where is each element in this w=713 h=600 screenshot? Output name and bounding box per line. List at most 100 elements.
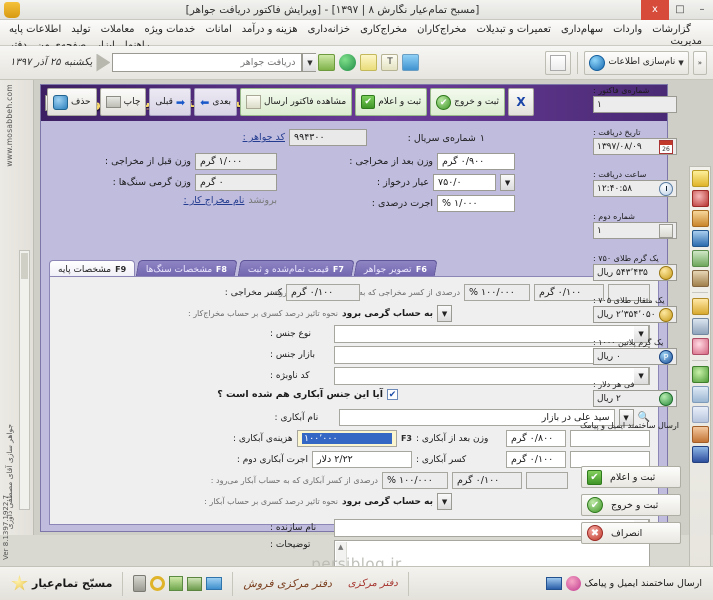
window-icon[interactable]: [206, 577, 223, 590]
close-form-button[interactable]: X: [507, 88, 534, 116]
people-rail-icon[interactable]: [691, 426, 709, 443]
search-box[interactable]: [112, 53, 303, 72]
scale-rail-icon[interactable]: [691, 318, 709, 335]
print-button[interactable]: چاپ: [99, 88, 147, 116]
plated-question-row[interactable]: آیا این جنس آبکاری هم شده است ؟ ✔: [217, 389, 398, 400]
plated-checkbox[interactable]: ✔: [387, 389, 398, 400]
package-rail-icon[interactable]: [691, 270, 709, 287]
box-icon[interactable]: [187, 576, 203, 591]
menu-item-deposits[interactable]: امانات: [200, 22, 236, 38]
refresh-info-button[interactable]: نام‌سازی اطلاعات ▼: [584, 50, 689, 75]
menu-item-cost-income[interactable]: هزینه و درآمد: [237, 22, 303, 38]
menu-item-treasury[interactable]: خزانه‌داری: [303, 22, 356, 38]
globe-icon[interactable]: [339, 54, 357, 71]
purity-field[interactable]: ۷۵۰/۰: [433, 174, 496, 191]
new-record-button[interactable]: [545, 50, 572, 75]
menu-item-production[interactable]: تولید: [66, 22, 95, 38]
gold-rail-icon[interactable]: [691, 298, 709, 315]
submit-announce-button[interactable]: ✔ ثبت و اعلام: [581, 466, 681, 488]
email-sms-cell[interactable]: ارسال ساختمند ایمیل و پیامک: [540, 571, 708, 597]
search-dropdown-arrow[interactable]: ▼: [302, 53, 317, 72]
money-rail-icon[interactable]: [691, 250, 709, 267]
save-exit-button[interactable]: ✔ ثبت و خروج: [430, 88, 505, 116]
chart-rail-icon[interactable]: [691, 386, 709, 403]
toolbar-overflow-button[interactable]: «: [692, 50, 707, 75]
menu-item-base-info[interactable]: اطلاعات پایه: [4, 22, 66, 38]
maximize-button[interactable]: □: [669, 0, 691, 20]
menu-item-transactions[interactable]: معاملات: [96, 22, 140, 38]
plating-deduction-field[interactable]: ۰/۱۰۰ گرم: [506, 451, 566, 468]
menu-item-engraving[interactable]: مخراج‌کاری: [355, 22, 412, 38]
picture-icon[interactable]: [402, 54, 420, 71]
plating-name-field[interactable]: سید علی در بازار: [338, 409, 615, 426]
search-input[interactable]: [117, 56, 298, 69]
export-icon[interactable]: [318, 54, 336, 71]
menu-item-engravers[interactable]: مخراج‌کاران: [412, 22, 471, 38]
wage-percent-field[interactable]: ۱/۰۰۰ %: [437, 195, 515, 212]
plating-percent-extra-field[interactable]: [526, 472, 568, 489]
plating-percent-field[interactable]: ۱۰۰/۰۰۰ %: [382, 472, 448, 489]
numbering-icon[interactable]: [659, 223, 673, 238]
close-button[interactable]: x: [641, 0, 669, 20]
menu-item-shares[interactable]: سهام‌داری: [556, 22, 608, 38]
submit-exit-button[interactable]: ✔ ثبت و خروج: [581, 494, 681, 516]
pencil-icon: [550, 54, 567, 71]
scroll-thumb[interactable]: [21, 253, 28, 279]
customer-rail-icon[interactable]: [691, 230, 709, 247]
flower-icon[interactable]: [565, 576, 581, 591]
weight-after-field[interactable]: ۰/۹۰۰ گرم: [437, 153, 515, 170]
calendar-icon[interactable]: [659, 139, 673, 154]
receive-time-value: ۱۲:۴۰:۵۸: [597, 183, 633, 194]
menu-item-imports[interactable]: واردات: [608, 22, 647, 38]
email-rail-icon[interactable]: [691, 446, 709, 463]
ring-icon[interactable]: [150, 576, 166, 591]
menu-item-repairs[interactable]: تعمیرات و تبدیلات: [471, 22, 556, 38]
type-label: نوع جنس :: [270, 329, 312, 339]
scroll-up-icon[interactable]: ▲: [338, 543, 343, 551]
engraver-label[interactable]: نام مخراج کار :: [183, 195, 244, 206]
plating-effect-dropdown[interactable]: ▼: [437, 493, 452, 510]
heart-rail-icon[interactable]: [691, 338, 709, 355]
menu-item-services[interactable]: خدمات ویژه: [140, 22, 201, 38]
view-invoice-button[interactable]: مشاهده فاکتور ارسال: [239, 88, 353, 116]
receive-date-field[interactable]: ۱۳۹۷/۰۸/۰۹: [593, 138, 677, 155]
plating-wage2-field[interactable]: ۲/۲۲ دلار: [312, 451, 412, 468]
invoice-no-field[interactable]: ۱: [593, 96, 677, 113]
prev-button[interactable]: قبلی ➡: [149, 88, 192, 116]
chat-rail-icon[interactable]: [691, 366, 709, 383]
deduction-field[interactable]: ۰/۱۰۰ گرم: [286, 284, 360, 301]
email-icon[interactable]: [545, 577, 562, 590]
window-system-buttons: – □ x: [641, 0, 713, 20]
stone-weight-field[interactable]: ۰ گرم: [195, 174, 277, 191]
smiley-icon[interactable]: [360, 54, 378, 71]
plating-weight-after-field[interactable]: ۰/۸۰۰ گرم: [506, 430, 566, 447]
notes-rail-icon[interactable]: [691, 170, 709, 187]
second-no-field[interactable]: ۱: [593, 222, 677, 239]
jewel-code-field[interactable]: ۹۹۴۳۰۰: [289, 129, 367, 146]
text-icon[interactable]: T: [381, 54, 399, 71]
jewel-code-label[interactable]: کد جواهر :: [243, 132, 285, 143]
purity-dropdown-arrow[interactable]: ▼: [500, 174, 515, 191]
document-rail-icon[interactable]: [691, 406, 709, 423]
save-announce-button[interactable]: ✔ ثبت و اعلام: [355, 88, 428, 116]
calculator-rail-icon[interactable]: [691, 210, 709, 227]
deduction-effect-dropdown[interactable]: ▼: [437, 305, 452, 322]
workspace-vertical-scrollbar[interactable]: [19, 250, 30, 510]
deduction-percent-field[interactable]: ۱۰۰/۰۰۰ %: [464, 284, 530, 301]
clock-icon[interactable]: [659, 181, 673, 196]
office-central-cell: دفتر مرکزی: [342, 571, 404, 597]
bag-icon[interactable]: [169, 576, 184, 591]
receive-date-value: ۱۳۹۷/۰۸/۰۹: [597, 141, 642, 152]
minimize-button[interactable]: –: [691, 0, 713, 20]
calculator-icon[interactable]: [133, 575, 147, 592]
ring-rail-icon[interactable]: [691, 190, 709, 207]
plating-cost-field[interactable]: ۱۰۰٬۰۰۰: [296, 430, 397, 447]
plating-percent-gram-field[interactable]: ۰/۱۰۰ گرم: [452, 472, 522, 489]
plating-cost-label: هزینه‌ی آبکاری :: [232, 433, 293, 444]
delete-button[interactable]: حذف: [47, 88, 97, 116]
chevron-down-icon[interactable]: ▼: [678, 59, 683, 67]
cancel-button[interactable]: ✖ انصراف: [581, 522, 681, 544]
weight-before-field[interactable]: ۱/۰۰۰ گرم: [195, 153, 277, 170]
receive-time-field[interactable]: ۱۲:۴۰:۵۸: [593, 180, 677, 197]
next-button[interactable]: ⬅ بعدی: [194, 88, 237, 116]
